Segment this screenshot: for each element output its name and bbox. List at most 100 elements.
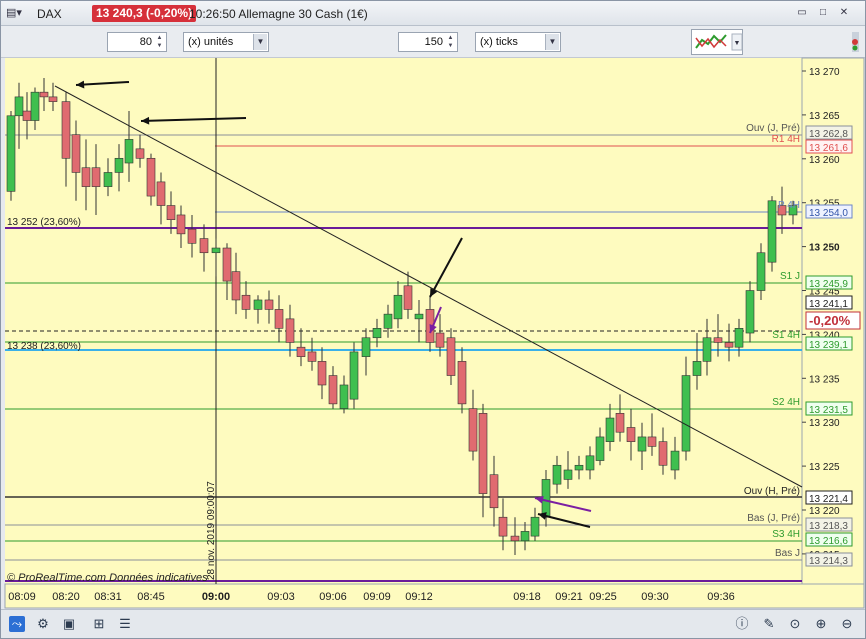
candle-body bbox=[285, 318, 295, 343]
copyright-footer: © ProRealTime.com Données indicatives bbox=[7, 572, 208, 584]
level-label-right: P 4H bbox=[778, 200, 800, 211]
level-label-right: Ouv (J, Pré) bbox=[746, 123, 800, 134]
candle-body bbox=[124, 139, 134, 164]
axis-tick-label: 13 260 bbox=[809, 155, 840, 166]
axis-tick-label: 13 250 bbox=[809, 243, 840, 254]
candle-body bbox=[403, 285, 413, 310]
candle-body bbox=[478, 413, 488, 494]
candle-body bbox=[446, 337, 456, 376]
price-tag: 13 239,1 bbox=[809, 340, 848, 351]
candle-body bbox=[510, 535, 520, 542]
share-icon[interactable]: ⤳ bbox=[9, 616, 25, 632]
candle-body bbox=[658, 441, 668, 466]
candle-body bbox=[457, 361, 467, 405]
level-label-right: S1 4H bbox=[772, 330, 800, 341]
cursor-icon[interactable]: ☰ bbox=[117, 616, 133, 632]
candle-body bbox=[615, 413, 625, 433]
candle-body bbox=[22, 110, 32, 121]
time-axis-label: 08:45 bbox=[137, 591, 165, 603]
time-axis-label: 08:20 bbox=[52, 591, 80, 603]
time-axis-label: 09:09 bbox=[363, 591, 391, 603]
price-tag: 13 218,3 bbox=[809, 521, 848, 532]
candle-body bbox=[253, 299, 263, 310]
candle-body bbox=[361, 337, 371, 357]
candle-body bbox=[670, 450, 680, 471]
candle-body bbox=[767, 200, 777, 263]
drawing-icon[interactable]: ✎ bbox=[761, 616, 777, 632]
candle-body bbox=[187, 228, 197, 244]
candle-body bbox=[552, 464, 562, 485]
add-indicator-icon[interactable]: ▣ bbox=[61, 616, 77, 632]
candle-body bbox=[468, 408, 478, 452]
time-axis-label: 09:00 bbox=[202, 591, 230, 603]
axis-tick-label: 13 220 bbox=[809, 506, 840, 517]
level-label-left: 13 238 (23,60%) bbox=[7, 341, 81, 352]
axis-tick-label: 13 265 bbox=[809, 111, 840, 122]
price-tag: 13 231,5 bbox=[809, 405, 848, 416]
candle-body bbox=[372, 328, 382, 339]
price-tag: 13 221,4 bbox=[809, 494, 848, 505]
candle-body bbox=[692, 361, 702, 376]
zoom-in-icon[interactable]: ⊕ bbox=[813, 616, 829, 632]
candle-body bbox=[30, 91, 40, 121]
candle-body bbox=[435, 332, 445, 348]
change-badge: -0,20% bbox=[809, 313, 851, 328]
price-tag: 13 261,6 bbox=[809, 143, 848, 154]
candle-body bbox=[231, 271, 241, 301]
candle-body bbox=[585, 455, 595, 471]
candle-body bbox=[48, 96, 58, 102]
settings-icon[interactable]: ⚙ bbox=[35, 616, 51, 632]
info-icon[interactable]: ⓘ bbox=[734, 616, 750, 632]
level-label-right: R1 4H bbox=[772, 134, 800, 145]
candle-body bbox=[328, 375, 338, 405]
candle-body bbox=[176, 214, 186, 235]
candle-body bbox=[383, 313, 393, 329]
axis-tick-label: 13 230 bbox=[809, 418, 840, 429]
candle-body bbox=[146, 157, 156, 197]
time-axis-label: 08:09 bbox=[8, 591, 36, 603]
candle-body bbox=[61, 101, 71, 159]
candle-body bbox=[489, 474, 499, 509]
level-label-left: 13 252 (23,60%) bbox=[7, 217, 81, 228]
candle-body bbox=[39, 91, 49, 98]
magnifier-icon[interactable]: ⊙ bbox=[787, 616, 803, 632]
price-tag: 13 216,6 bbox=[809, 536, 848, 547]
chart-plot-area bbox=[5, 58, 802, 584]
candle-body bbox=[595, 436, 605, 461]
candle-body bbox=[199, 238, 209, 254]
time-axis-label: 09:25 bbox=[589, 591, 617, 603]
price-tag: 13 214,3 bbox=[809, 556, 848, 567]
candle-body bbox=[264, 299, 274, 310]
candle-body bbox=[745, 290, 755, 334]
bottom-toolbar: ⤳ ⚙ ▣ ⊞ ☰ ⓘ ✎ ⊙ ⊕ ⊖ bbox=[1, 609, 865, 638]
candle-body bbox=[296, 346, 306, 357]
time-axis bbox=[4, 583, 865, 609]
time-axis-label: 09:12 bbox=[405, 591, 433, 603]
candle-body bbox=[307, 351, 317, 362]
zoom-out-icon[interactable]: ⊖ bbox=[839, 616, 855, 632]
candle-body bbox=[520, 531, 530, 542]
axis-tick-label: 13 235 bbox=[809, 374, 840, 385]
time-axis-label: 09:03 bbox=[267, 591, 295, 603]
level-label-right: S3 4H bbox=[772, 529, 800, 540]
level-label-right: Bas J bbox=[775, 548, 800, 559]
candle-body bbox=[756, 252, 766, 291]
candle-body bbox=[637, 436, 647, 452]
price-tag: 13 241,1 bbox=[809, 299, 848, 310]
price-chart[interactable]: 13 252 (23,60%) 13 238 (23,60%) Ouv (J, Pr… bbox=[0, 0, 866, 639]
level-label-right: Ouv (H, Pré) bbox=[744, 486, 800, 497]
candle-body bbox=[626, 427, 636, 442]
candle-body bbox=[605, 417, 615, 442]
level-label-right: S2 4H bbox=[772, 397, 800, 408]
candle-body bbox=[156, 181, 166, 206]
candle-body bbox=[114, 157, 124, 173]
add-object-icon[interactable]: ⊞ bbox=[91, 616, 107, 632]
candle-body bbox=[702, 337, 712, 362]
candle-body bbox=[647, 436, 657, 447]
level-label-right: S1 J bbox=[780, 271, 800, 282]
candle-body bbox=[222, 247, 232, 282]
candle-body bbox=[317, 361, 327, 386]
candle-body bbox=[6, 115, 16, 192]
time-axis-label: 09:06 bbox=[319, 591, 347, 603]
candle-body bbox=[103, 172, 113, 187]
